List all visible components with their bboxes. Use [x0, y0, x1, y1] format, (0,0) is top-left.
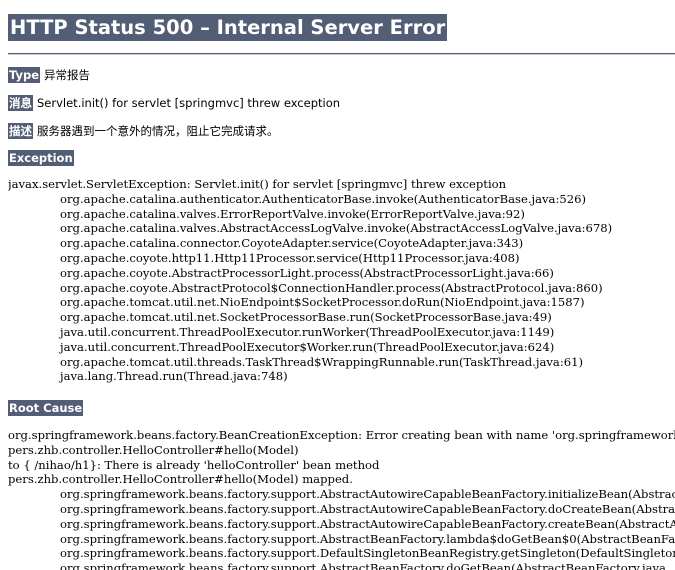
description-row: 描述 服务器遇到一个意外的情况，阻止它完成请求。 — [8, 123, 279, 139]
root-cause-line: org.springframework.beans.factory.BeanCr… — [8, 428, 675, 442]
exception-heading: Exception — [8, 150, 74, 166]
stack-frame: org.apache.catalina.connector.CoyoteAdap… — [60, 236, 524, 251]
message-value: Servlet.init() for servlet [springmvc] t… — [37, 96, 341, 110]
root-cause-line: to { /nihao/h1}: There is already 'hello… — [8, 457, 380, 472]
stack-frame: org.springframework.beans.factory.suppor… — [60, 561, 666, 570]
root-cause-stack-trace[interactable]: org.springframework.beans.factory.BeanCr… — [8, 428, 675, 570]
stack-frame: org.apache.catalina.valves.AbstractAcces… — [60, 221, 613, 236]
stack-frame: org.springframework.beans.factory.suppor… — [60, 546, 675, 561]
description-value: 服务器遇到一个意外的情况，阻止它完成请求。 — [37, 124, 279, 138]
type-row: Type 异常报告 — [8, 67, 90, 83]
stack-frame: org.springframework.beans.factory.suppor… — [60, 487, 675, 502]
stack-frame: org.apache.tomcat.util.threads.TaskThrea… — [60, 354, 584, 369]
stack-frame: org.apache.catalina.authenticator.Authen… — [60, 191, 587, 206]
message-label: 消息 — [8, 95, 33, 111]
stack-frame: org.apache.tomcat.util.net.NioEndpoint$S… — [60, 295, 585, 310]
stack-frame: java.lang.Thread.run(Thread.java:748) — [60, 369, 288, 384]
root-cause-heading: Root Cause — [8, 400, 84, 416]
exception-first-line: javax.servlet.ServletException: Servlet.… — [8, 177, 507, 191]
stack-frame: org.apache.tomcat.util.net.SocketProcess… — [60, 310, 552, 325]
title-divider — [8, 53, 675, 55]
type-label: Type — [8, 67, 41, 83]
root-cause-line: pers.zhb.controller.HelloController#hell… — [8, 442, 299, 457]
type-value: 异常报告 — [44, 68, 91, 82]
error-page: HTTP Status 500 – Internal Server Error … — [0, 0, 675, 570]
description-label: 描述 — [8, 123, 33, 139]
root-cause-line: pers.zhb.controller.HelloController#hell… — [8, 472, 353, 487]
stack-frame: org.apache.catalina.valves.ErrorReportVa… — [60, 206, 525, 221]
stack-frame: org.springframework.beans.factory.suppor… — [60, 501, 675, 516]
stack-frame: java.util.concurrent.ThreadPoolExecutor$… — [60, 339, 555, 354]
message-row: 消息 Servlet.init() for servlet [springmvc]… — [8, 95, 340, 111]
stack-frame: org.apache.coyote.http11.Http11Processor… — [60, 250, 520, 265]
stack-frame: org.springframework.beans.factory.suppor… — [60, 531, 675, 546]
stack-frame: java.util.concurrent.ThreadPoolExecutor.… — [60, 324, 555, 339]
stack-frame: org.springframework.beans.factory.suppor… — [60, 516, 675, 531]
stack-frame: org.apache.coyote.AbstractProcessorLight… — [60, 265, 554, 280]
exception-stack-trace[interactable]: javax.servlet.ServletException: Servlet.… — [8, 177, 675, 393]
page-title: HTTP Status 500 – Internal Server Error — [8, 14, 448, 41]
stack-frame: org.apache.coyote.AbstractProtocol$Conne… — [60, 280, 603, 295]
